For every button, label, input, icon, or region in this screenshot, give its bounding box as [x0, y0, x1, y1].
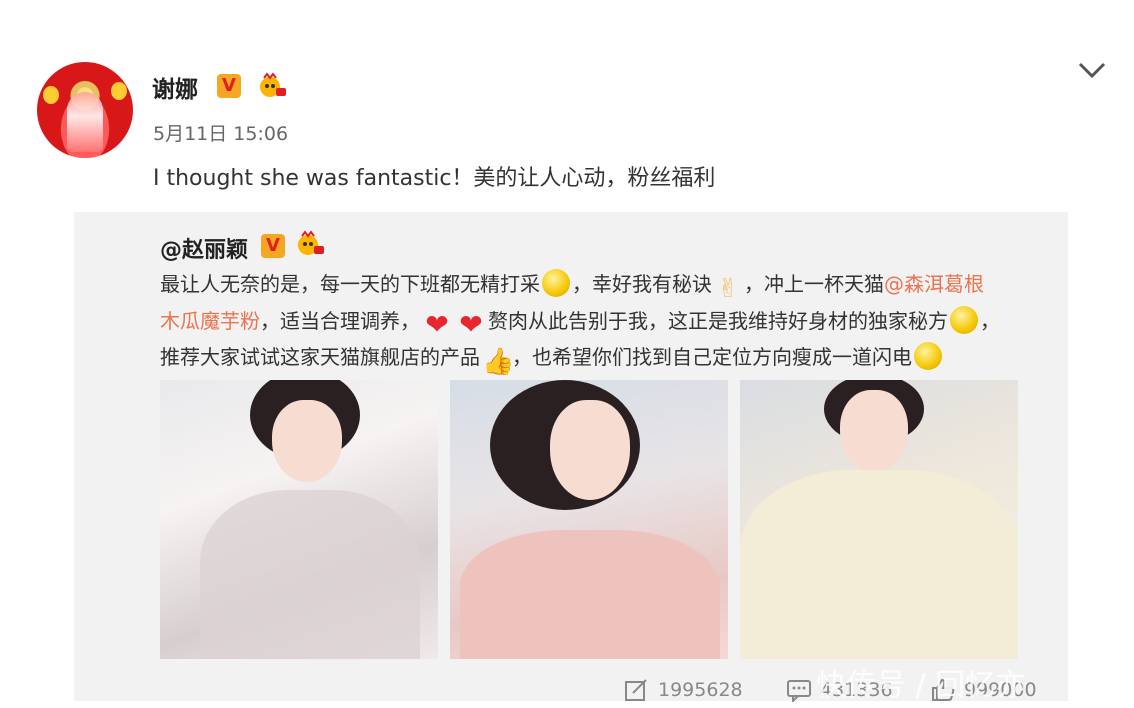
- tired-face-icon: [542, 269, 570, 297]
- comment-icon: [787, 680, 811, 702]
- post-photo-2[interactable]: [450, 380, 728, 659]
- avatar-lantern: [111, 82, 127, 100]
- heart-icon: ❤: [459, 308, 483, 341]
- verified-v-icon: V: [261, 234, 285, 258]
- repost-card: @赵丽颖 V 最让人无奈的是，每一天的下班都无精打采 ，幸好我有秘诀 ✌ ，冲上一杯天…: [74, 212, 1068, 702]
- photo-face: [272, 400, 342, 482]
- repost-text-segment: ，冲上一杯天猫: [744, 272, 884, 296]
- grin-face-icon: [914, 342, 942, 370]
- repost-author-name[interactable]: @赵丽颖: [160, 232, 248, 264]
- post-date[interactable]: 5月11日 15:06: [153, 119, 288, 146]
- author-name[interactable]: 谢娜: [152, 70, 198, 104]
- repost-text-segment: ，: [980, 309, 1000, 333]
- repost-text-segment: 最让人无奈的是，每一天的下班都无精打采: [160, 272, 540, 296]
- vip-crown-icon: [298, 230, 324, 255]
- photo-dress: [460, 530, 720, 659]
- repost-count[interactable]: 1995628: [624, 678, 754, 708]
- repost-text-segment: ，幸好我有秘诀: [572, 272, 712, 296]
- share-edit-icon: [625, 679, 647, 701]
- post-photo-3[interactable]: [740, 380, 1018, 659]
- photo-dress: [740, 470, 1018, 659]
- thinking-face-icon: [950, 306, 978, 334]
- vip-crown-icon: [260, 72, 286, 97]
- repost-text-segment: ，适当合理调养，: [260, 309, 420, 333]
- mention-link[interactable]: 木瓜魔芋粉: [160, 309, 260, 333]
- post-photo-1[interactable]: [160, 380, 438, 659]
- avatar-lantern: [43, 86, 59, 104]
- heart-icon: ❤: [425, 308, 449, 341]
- repost-text-segment: ，也希望你们找到自己定位方向瘦成一道闪电: [512, 345, 912, 369]
- photo-face: [550, 400, 630, 500]
- repost-count-value: 1995628: [658, 679, 743, 701]
- post-text: I thought she was fantastic！美的让人心动，粉丝福利: [153, 166, 716, 191]
- avatar-figure: [67, 92, 103, 152]
- chevron-down-icon[interactable]: [1076, 58, 1108, 82]
- photo-face: [840, 390, 908, 472]
- repost-text-segment: 赘肉从此告别于我，这正是我维持好身材的独家秘方: [488, 309, 948, 333]
- author-avatar[interactable]: [37, 62, 133, 158]
- mention-link[interactable]: @森洱葛根: [884, 272, 984, 296]
- watermark-text: 快传号 / 回忆亦: [816, 668, 1026, 703]
- verified-v-icon: V: [217, 74, 241, 98]
- repost-text: 最让人无奈的是，每一天的下班都无精打采 ，幸好我有秘诀 ✌ ，冲上一杯天猫@森洱葛根 …: [160, 266, 1020, 376]
- victory-hand-icon: ✌: [717, 274, 739, 304]
- thumbs-up-icon: 👍: [482, 347, 515, 377]
- photo-dress: [200, 490, 420, 659]
- repost-text-segment: 推荐大家试试这家天猫旗舰店的产品: [160, 345, 480, 369]
